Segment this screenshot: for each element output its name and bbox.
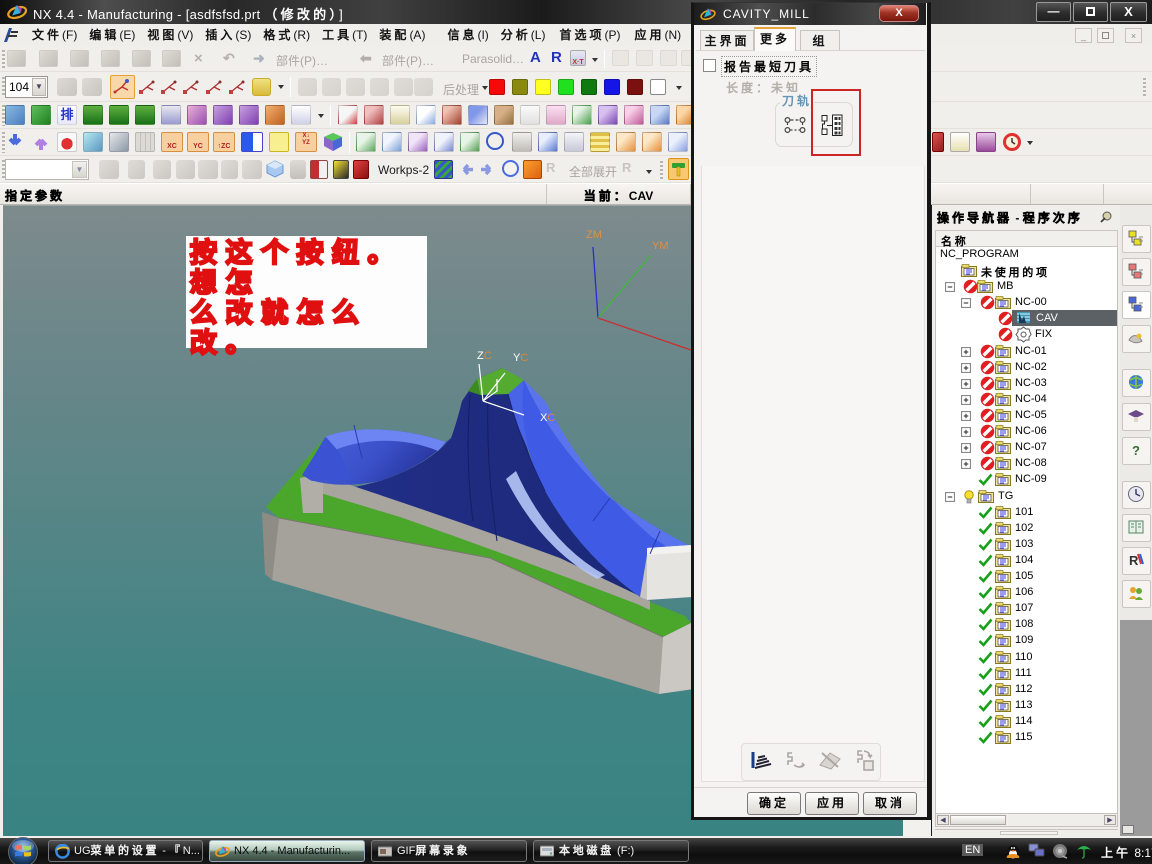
svg-text:?: ? [1132,443,1140,458]
svg-text:YC: YC [513,352,528,364]
svg-text:YM: YM [652,240,669,252]
svg-text:ZM: ZM [586,229,602,241]
svg-text:ZC: ZC [477,350,492,362]
svg-text:XC: XC [540,412,555,424]
